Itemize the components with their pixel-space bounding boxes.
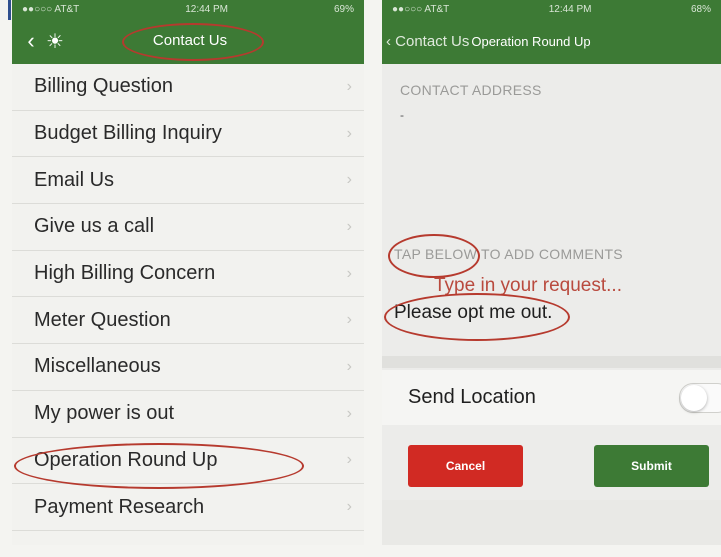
page-title: Contact Us [152,32,228,49]
screenshot-frame: ●●○○○ AT&T 12:44 PM 69% ‹ ☀ Contact Us B… [0,0,721,557]
time-text: 12:44 PM [185,3,229,15]
chevron-right-icon: › [346,404,352,422]
list-item-payment-research[interactable]: Payment Research › [12,484,364,531]
list-item-label: Miscellaneous [34,355,161,378]
nav-bar: ‹ ☀ Contact Us [12,18,364,64]
submit-button[interactable]: Submit [594,445,709,487]
time-text: 12:44 PM [548,3,592,15]
list-item-operation-round-up[interactable]: Operation Round Up › [12,437,364,485]
chevron-right-icon: › [346,77,352,95]
phone-operation-round-up: ●●○○○ AT&T 12:44 PM 68% ‹ Contact Us Ope… [382,0,721,545]
list-item-label: Email Us [34,168,115,191]
list-item-give-us-a-call[interactable]: Give us a call › [12,204,364,251]
cancel-button[interactable]: Cancel [408,445,523,487]
chevron-right-icon: › [346,264,352,282]
list-item-label: Budget Billing Inquiry [34,122,222,145]
chevron-right-icon: › [346,451,352,469]
list-item-email-us[interactable]: Email Us › [12,157,364,205]
list-item-label: Billing Question [34,75,173,98]
request-placeholder: Type in your request... [434,275,622,296]
chevron-right-icon: › [346,357,352,375]
contact-address-value[interactable]: - [400,108,404,122]
list-item-high-billing[interactable]: High Billing Concern › [12,250,364,298]
toggle-knob [681,384,707,411]
sun-icon[interactable]: ☀ [46,29,64,54]
send-location-row: Send Location [382,370,721,425]
list-item-label: Meter Question [34,308,171,331]
battery-text: 69% [333,3,354,15]
chevron-right-icon: › [346,217,352,235]
list-item-label: Payment Research [34,495,205,518]
list-item-label: Operation Round Up [34,448,218,471]
list-item-billing-question[interactable]: Billing Question › [12,64,364,111]
phone-contact-us: ●●○○○ AT&T 12:44 PM 69% ‹ ☀ Contact Us B… [12,0,364,545]
nav-bar: ‹ Contact Us Operation Round Up [382,18,721,64]
list-item-budget-billing[interactable]: Budget Billing Inquiry › [12,110,364,158]
section-divider [382,356,721,368]
chevron-right-icon: › [346,171,352,189]
carrier-text: ●●○○○ AT&T [22,3,80,15]
list-item-label: High Billing Concern [34,262,216,285]
contact-address-label: CONTACT ADDRESS [400,82,542,98]
chevron-left-icon[interactable]: ‹ [18,28,44,54]
carrier-text: ●●○○○ AT&T [392,3,450,15]
comments-label-part-2: TO ADD COMMENTS [477,246,623,262]
contact-options-list: Billing Question › Budget Billing Inquiry… [12,64,364,531]
bottom-area [382,500,721,545]
status-bar: ●●○○○ AT&T 12:44 PM 68% [382,0,721,18]
list-item-meter-question[interactable]: Meter Question › [12,297,364,345]
list-item-miscellaneous[interactable]: Miscellaneous › [12,344,364,391]
comments-label-part-1: TAP BELOW [394,246,478,262]
list-item-power-out[interactable]: My power is out › [12,390,364,438]
chevron-right-icon: › [346,124,352,142]
list-item-label: My power is out [34,402,175,425]
back-button[interactable]: ‹ Contact Us [386,33,469,50]
chevron-right-icon: › [346,311,352,329]
status-bar: ●●○○○ AT&T 12:44 PM 69% [12,0,364,18]
send-location-toggle[interactable] [679,382,721,413]
comments-label: TAP BELOW TO ADD COMMENTS [394,246,623,262]
frame-border-left [8,0,11,20]
send-location-label: Send Location [408,386,536,408]
page-title: Operation Round Up [471,33,591,49]
chevron-right-icon: › [346,498,352,516]
list-item-label: Give us a call [34,215,155,238]
comments-input[interactable]: Please opt me out. [394,302,552,324]
battery-text: 68% [690,3,711,15]
